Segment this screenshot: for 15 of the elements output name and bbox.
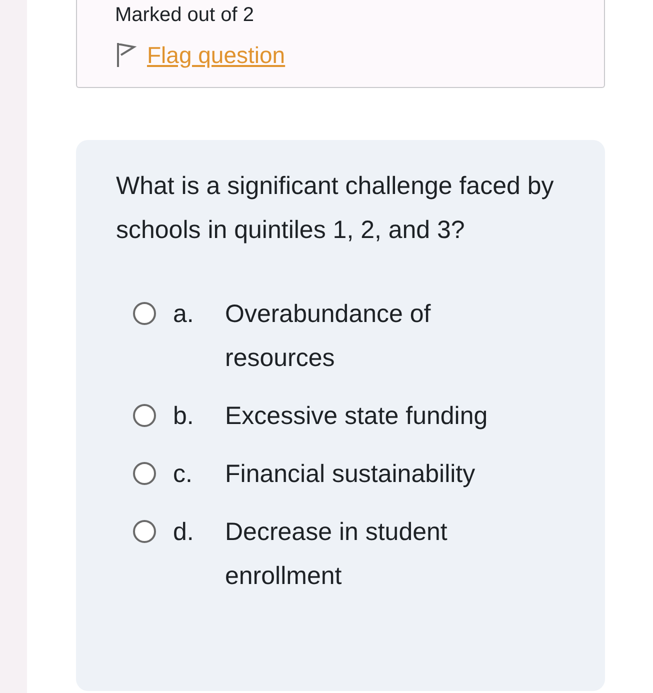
- radio-button[interactable]: [133, 462, 156, 485]
- option-letter: a.: [173, 299, 195, 330]
- question-text: What is a significant challenge faced by schools in quintiles 1, 2, and 3?: [116, 171, 555, 246]
- flag-icon: [115, 41, 137, 69]
- option-letter: d.: [173, 517, 195, 548]
- option-text[interactable]: Financial sustainability: [225, 452, 535, 496]
- radio-button[interactable]: [133, 404, 156, 427]
- option-text[interactable]: Decrease in student enrollment: [225, 510, 535, 598]
- option-text[interactable]: Overabundance of resources: [225, 292, 535, 380]
- marks-text: Marked out of 2: [115, 3, 255, 27]
- option-letter: c.: [173, 459, 194, 490]
- radio-button[interactable]: [133, 302, 156, 325]
- radio-button[interactable]: [133, 520, 156, 543]
- option-letter: b.: [173, 401, 195, 432]
- option-text[interactable]: Excessive state funding: [225, 394, 535, 438]
